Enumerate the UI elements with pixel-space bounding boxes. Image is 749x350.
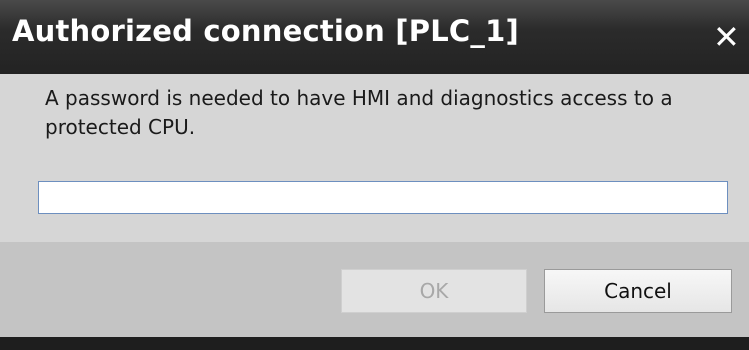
cancel-button[interactable]: Cancel xyxy=(544,269,732,313)
dialog-title: Authorized connection [PLC_1] xyxy=(12,14,519,48)
password-input[interactable] xyxy=(38,181,728,214)
dialog-bottom-edge xyxy=(0,337,749,350)
dialog-message: A password is needed to have HMI and dia… xyxy=(45,86,673,139)
dialog-footer: OK Cancel xyxy=(0,242,749,337)
authorized-connection-dialog: Authorized connection [PLC_1] ✕ A passwo… xyxy=(0,0,749,350)
dialog-titlebar: Authorized connection [PLC_1] ✕ xyxy=(0,0,749,74)
dialog-content: A password is needed to have HMI and dia… xyxy=(0,74,749,242)
close-icon[interactable]: ✕ xyxy=(713,17,749,57)
ok-button[interactable]: OK xyxy=(341,269,527,313)
